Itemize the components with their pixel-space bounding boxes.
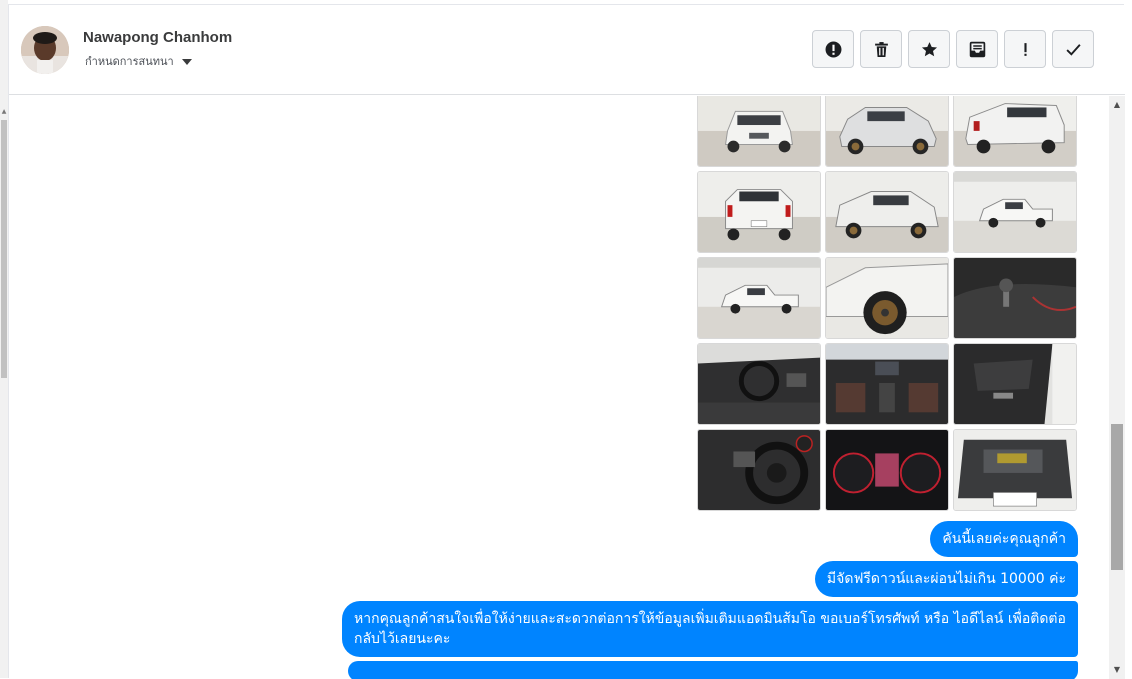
scroll-up-arrow-icon[interactable]: ▲ — [1109, 98, 1125, 112]
photo-instrument-cluster[interactable] — [825, 429, 949, 511]
photo-car-rear-side[interactable] — [825, 171, 949, 253]
done-button[interactable] — [1052, 30, 1094, 68]
outer-scrollbar-thumb[interactable] — [1, 120, 7, 378]
photo-car-rear-three-quarter[interactable] — [953, 96, 1077, 167]
conversation-settings-dropdown[interactable]: กำหนดการสนทนา — [85, 52, 192, 70]
message-scrollbar-thumb[interactable] — [1111, 424, 1123, 570]
message-bubble-partial[interactable] — [348, 661, 1078, 679]
message-bubble[interactable]: มีจัดฟรีดาวน์และผ่อนไม่เกิน 10000 ค่ะ — [814, 561, 1078, 597]
message-bubble[interactable]: คันนี้เลยค่ะคุณลูกค้า — [930, 521, 1078, 557]
photo-door-panel[interactable] — [953, 343, 1077, 425]
photo-steering-wheel[interactable] — [697, 429, 821, 511]
photo-engine-bay[interactable] — [953, 429, 1077, 511]
photo-car-front-three-quarter[interactable] — [825, 96, 949, 167]
toolbar — [812, 30, 1094, 68]
photo-car-side[interactable] — [697, 257, 821, 339]
photo-car-front[interactable] — [697, 96, 821, 167]
conversation-settings-label: กำหนดการสนทนา — [85, 56, 174, 68]
trash-icon — [874, 41, 888, 57]
caret-down-icon — [181, 58, 192, 65]
photo-dashboard-center[interactable] — [825, 343, 949, 425]
photo-dashboard-left[interactable] — [697, 343, 821, 425]
conversation-header: Nawapong Chanhom กำหนดการสนทนา — [9, 5, 1125, 95]
mark-unread-button[interactable] — [956, 30, 998, 68]
report-button[interactable] — [812, 30, 854, 68]
delete-button[interactable] — [860, 30, 902, 68]
outer-scrollbar[interactable]: ▲ — [0, 0, 8, 678]
photo-gear-shift[interactable] — [953, 257, 1077, 339]
sent-messages: คันนี้เลยค่ะคุณลูกค้า มีจัดฟรีดาวน์และผ่… — [342, 521, 1078, 679]
scroll-up-arrow-icon[interactable]: ▲ — [0, 108, 8, 116]
photo-car-side-far[interactable] — [953, 171, 1077, 253]
message-bubble[interactable]: หากคุณลูกค้าสนใจเพื่อให้ง่ายและสะดวกต่อก… — [342, 601, 1078, 657]
avatar[interactable] — [21, 26, 69, 74]
contact-name: Nawapong Chanhom — [83, 29, 233, 46]
star-button[interactable] — [908, 30, 950, 68]
message-list[interactable]: คันนี้เลยค่ะคุณลูกค้า มีจัดฟรีดาวน์และผ่… — [9, 96, 1109, 679]
star-icon — [921, 41, 937, 56]
important-icon — [1023, 42, 1027, 56]
mark-unread-icon — [969, 41, 985, 57]
photo-grid — [697, 96, 1077, 511]
photo-car-wheel[interactable] — [825, 257, 949, 339]
message-scrollbar[interactable]: ▲ ▼ — [1109, 96, 1125, 679]
report-icon — [825, 41, 841, 57]
scroll-down-arrow-icon[interactable]: ▼ — [1109, 663, 1125, 677]
important-button[interactable] — [1004, 30, 1046, 68]
conversation-window: Nawapong Chanhom กำหนดการสนทนา คันนี้เลย… — [8, 4, 1125, 679]
check-icon — [1065, 43, 1081, 56]
photo-car-rear[interactable] — [697, 171, 821, 253]
